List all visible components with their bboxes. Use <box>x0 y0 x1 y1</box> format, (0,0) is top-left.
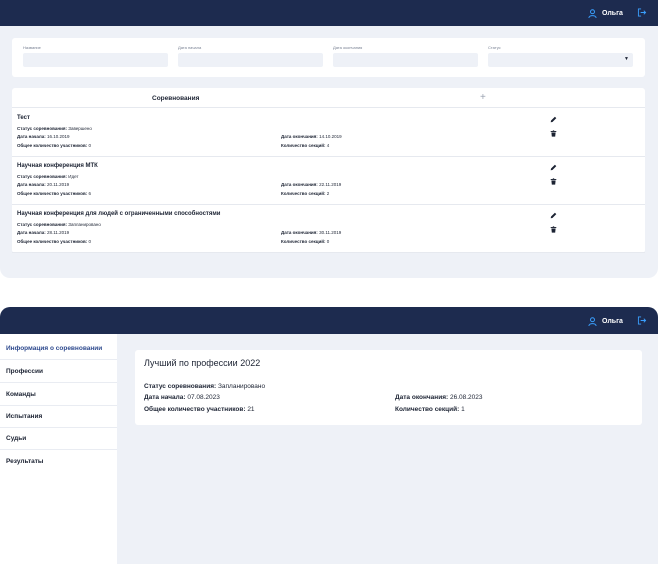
filter-start-input[interactable] <box>178 53 323 67</box>
status-field: Статус соревнования: Запланировано <box>17 222 101 227</box>
logout-icon[interactable] <box>637 316 647 325</box>
start-field: Дата начала: 07.08.2023 <box>144 394 220 401</box>
competition-name: Научная конференция для людей с ограниче… <box>17 211 221 217</box>
participants-field: Общее количество участников: 0 <box>17 239 92 244</box>
end-field: Дата окончания: 14.10.2019 <box>281 134 342 139</box>
sidebar-item-teams[interactable]: Команды <box>0 384 117 406</box>
status-field: Статус соревнования: Идет <box>17 174 79 179</box>
top-bar: Ольга <box>0 0 658 26</box>
top-bar: Ольга <box>0 307 658 334</box>
sidebar: Информация о соревновании Профессии Кома… <box>0 334 117 564</box>
filter-panel: Название Дата начала Дата окончания Стат… <box>12 38 645 77</box>
sidebar-item-info[interactable]: Информация о соревновании <box>0 338 117 360</box>
filter-name-input[interactable] <box>23 53 168 67</box>
user-name: Ольга <box>602 10 623 17</box>
filter-end-input[interactable] <box>333 53 478 67</box>
user-icon <box>588 9 597 18</box>
competition-title: Лучший по профессии 2022 <box>144 358 261 368</box>
start-field: Дата начала: 28.11.2019 <box>17 230 70 235</box>
filter-status-label: Статус <box>488 45 501 50</box>
user-menu[interactable]: Ольга <box>588 317 623 326</box>
competition-detail-screen: Ольга Информация о соревновании Професси… <box>0 307 658 564</box>
chevron-down-icon: ▼ <box>624 56 629 62</box>
trash-icon[interactable] <box>550 226 557 233</box>
pencil-icon[interactable] <box>550 116 557 123</box>
participants-field: Общее количество участников: 21 <box>144 406 255 413</box>
sidebar-item-professions[interactable]: Профессии <box>0 361 117 383</box>
competition-row[interactable]: Научная конференция МТК Статус соревнова… <box>12 157 645 205</box>
start-field: Дата начала: 20.11.2019 <box>17 182 70 187</box>
competition-name: Научная конференция МТК <box>17 163 98 169</box>
sidebar-item-judges[interactable]: Судьи <box>0 428 117 450</box>
filter-end-label: Дата окончания <box>333 45 363 50</box>
competitions-list-screen: Ольга Название Дата начала Дата окончани… <box>0 0 658 278</box>
user-name: Ольга <box>602 318 623 325</box>
start-field: Дата начала: 16.10.2019 <box>17 134 70 139</box>
filter-status-select[interactable]: ▼ <box>488 53 633 67</box>
trash-icon[interactable] <box>550 130 557 137</box>
filter-name-label: Название <box>23 45 41 50</box>
user-icon <box>588 317 597 326</box>
sections-field: Количество секций: 1 <box>395 406 465 413</box>
participants-field: Общее количество участников: 0 <box>17 143 92 148</box>
competition-row[interactable]: Тест Статус соревнования: Завершено Дата… <box>12 109 645 157</box>
user-menu[interactable]: Ольга <box>588 9 623 18</box>
list-title: Соревнования <box>152 95 200 102</box>
filter-start-label: Дата начала <box>178 45 202 50</box>
end-field: Дата окончания: 26.08.2023 <box>395 394 483 401</box>
sidebar-item-tests[interactable]: Испытания <box>0 406 117 428</box>
pencil-icon[interactable] <box>550 164 557 171</box>
sections-field: Количество секций: 2 <box>281 191 330 196</box>
status-field: Статус соревнования: Запланировано <box>144 383 266 390</box>
sidebar-item-results[interactable]: Результаты <box>0 451 117 473</box>
participants-field: Общее количество участников: 6 <box>17 191 92 196</box>
competitions-list: Соревнования + Тест Статус соревнования:… <box>12 88 645 253</box>
competition-info-card: Лучший по профессии 2022 Статус соревнов… <box>135 350 642 425</box>
competition-name: Тест <box>17 115 30 121</box>
end-field: Дата окончания: 22.11.2019 <box>281 182 342 187</box>
pencil-icon[interactable] <box>550 212 557 219</box>
sections-field: Количество секций: 0 <box>281 239 330 244</box>
sections-field: Количество секций: 4 <box>281 143 330 148</box>
status-field: Статус соревнования: Завершено <box>17 126 92 131</box>
trash-icon[interactable] <box>550 178 557 185</box>
end-field: Дата окончания: 30.11.2019 <box>281 230 342 235</box>
logout-icon[interactable] <box>637 8 647 17</box>
competition-row[interactable]: Научная конференция для людей с ограниче… <box>12 205 645 253</box>
list-header: Соревнования + <box>12 88 645 108</box>
plus-icon[interactable]: + <box>480 92 486 103</box>
